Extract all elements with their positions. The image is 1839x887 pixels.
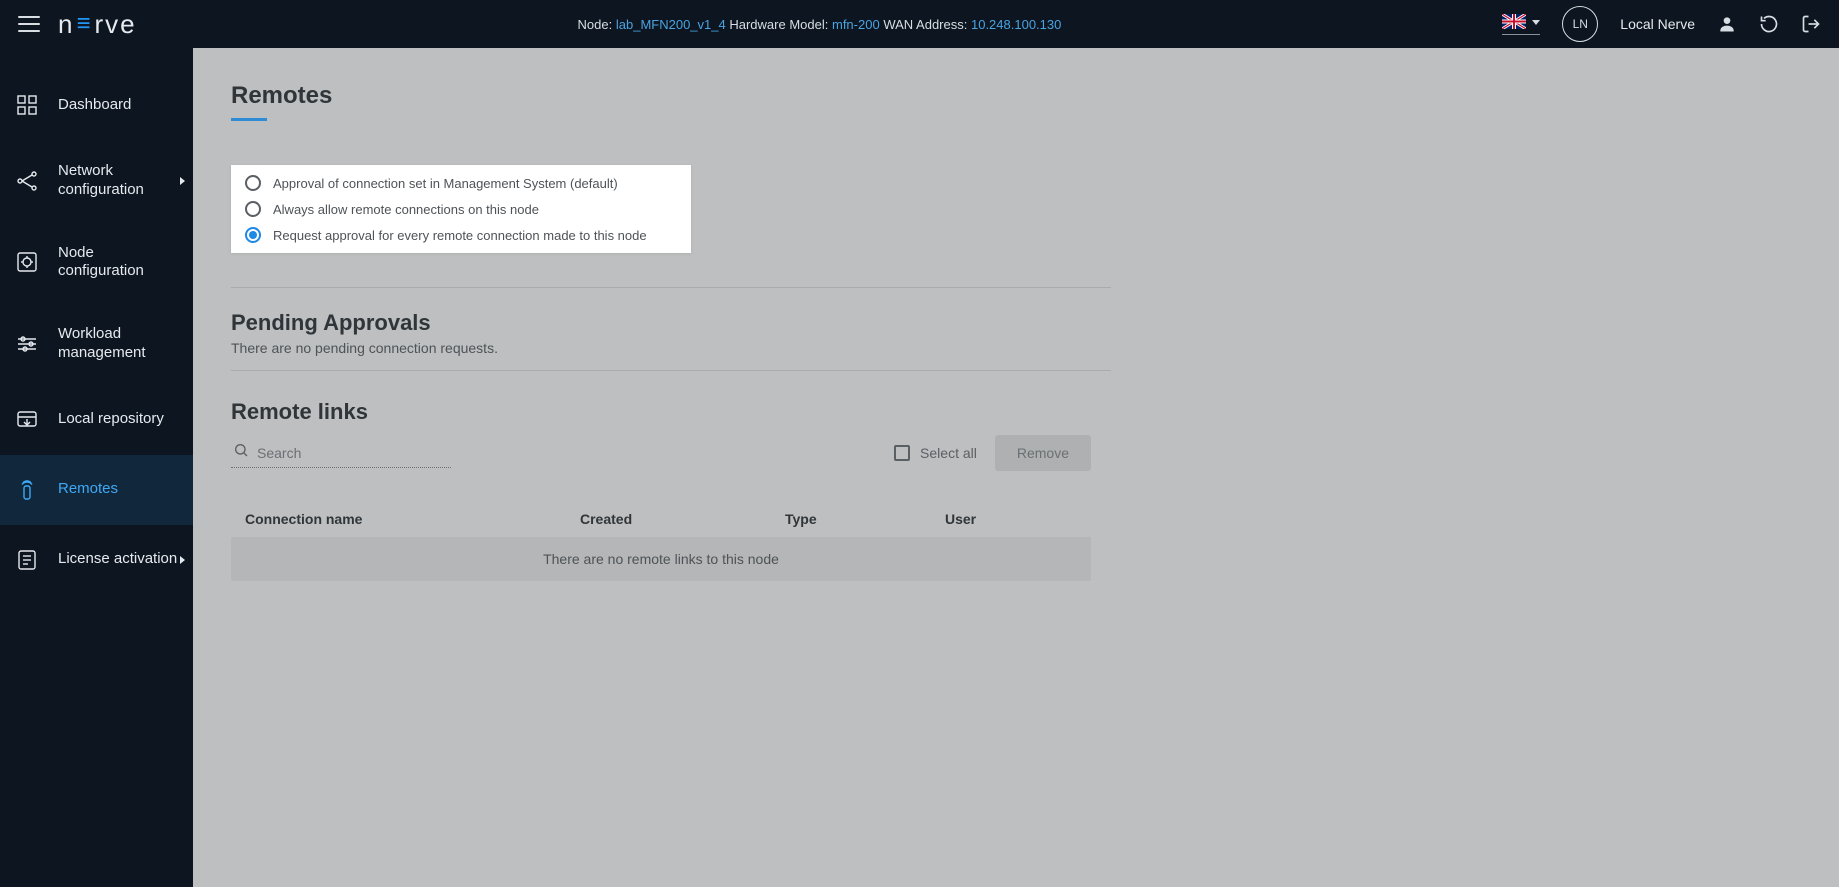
top-bar: n≡rve Node: lab_MFN200_v1_4 Hardware Mod…: [0, 0, 1839, 48]
sidebar-item-label: Dashboard: [58, 96, 131, 115]
reboot-icon[interactable]: [1759, 14, 1779, 34]
sidebar-item-network-configuration[interactable]: Network configuration: [0, 140, 193, 222]
sidebar-item-remotes[interactable]: Remotes: [0, 455, 193, 525]
repository-icon: [14, 407, 40, 433]
sidebar-item-workload-management[interactable]: Workload management: [0, 303, 193, 385]
wan-value: 10.248.100.130: [971, 17, 1061, 32]
radio-label: Request approval for every remote connec…: [273, 228, 647, 243]
sidebar-item-label: Remotes: [58, 480, 118, 499]
hw-value: mfn-200: [832, 17, 880, 32]
license-icon: [14, 547, 40, 573]
node-value: lab_MFN200_v1_4: [616, 17, 726, 32]
sidebar-item-dashboard[interactable]: Dashboard: [0, 70, 193, 140]
radio-icon: [245, 227, 261, 243]
sidebar: Dashboard Network configuration Node con…: [0, 48, 193, 887]
radio-request-approval[interactable]: Request approval for every remote connec…: [245, 227, 677, 243]
remove-button[interactable]: Remove: [995, 435, 1091, 471]
sidebar-item-label: Workload management: [58, 325, 179, 363]
avatar-initials: LN: [1573, 17, 1588, 31]
radio-approval-ms-default[interactable]: Approval of connection set in Management…: [245, 175, 677, 191]
avatar[interactable]: LN: [1562, 6, 1598, 42]
table-empty-message: There are no remote links to this node: [231, 537, 1091, 581]
radio-label: Always allow remote connections on this …: [273, 202, 539, 217]
connection-approval-panel: Approval of connection set in Management…: [231, 165, 691, 253]
table-header: Connection name Created Type User: [231, 501, 1091, 537]
network-icon: [14, 168, 40, 194]
topbar-right: LN Local Nerve: [1502, 6, 1821, 42]
sidebar-item-label: Network configuration: [58, 162, 179, 200]
select-all-toggle[interactable]: Select all: [894, 445, 977, 461]
column-type: Type: [785, 511, 945, 527]
select-all-label: Select all: [920, 445, 977, 461]
sliders-icon: [14, 331, 40, 357]
chevron-right-icon: [180, 177, 185, 185]
site-label: Local Nerve: [1620, 16, 1695, 32]
column-created: Created: [580, 511, 785, 527]
dashboard-icon: [14, 92, 40, 118]
checkbox-icon: [894, 445, 910, 461]
search-icon: [233, 442, 249, 463]
pending-approvals-subtitle: There are no pending connection requests…: [231, 340, 1801, 356]
search-input[interactable]: [257, 445, 449, 461]
sidebar-item-label: License activation: [58, 550, 177, 569]
node-info: Node: lab_MFN200_v1_4 Hardware Model: mf…: [578, 17, 1062, 32]
column-user: User: [945, 511, 1077, 527]
column-connection-name: Connection name: [245, 511, 580, 527]
main-content: Remotes Approval of connection set in Ma…: [193, 48, 1839, 887]
remote-links-table: Connection name Created Type User There …: [231, 501, 1091, 581]
remote-links-title: Remote links: [231, 399, 1801, 425]
sidebar-item-node-configuration[interactable]: Node configuration: [0, 222, 193, 304]
chevron-down-icon: [1532, 20, 1540, 25]
radio-icon: [245, 175, 261, 191]
sidebar-item-local-repository[interactable]: Local repository: [0, 385, 193, 455]
radio-icon: [245, 201, 261, 217]
gear-board-icon: [14, 249, 40, 275]
chevron-right-icon: [180, 556, 185, 564]
remote-links-toolbar: Select all Remove: [231, 435, 1091, 471]
remote-icon: [14, 477, 40, 503]
radio-label: Approval of connection set in Management…: [273, 176, 618, 191]
sidebar-item-label: Local repository: [58, 410, 164, 429]
sidebar-item-license-activation[interactable]: License activation: [0, 525, 193, 595]
divider: [231, 287, 1111, 288]
search-field[interactable]: [231, 438, 451, 468]
menu-toggle-icon[interactable]: [18, 16, 40, 32]
logout-icon[interactable]: [1801, 14, 1821, 34]
hw-label: Hardware Model:: [729, 17, 828, 32]
user-icon[interactable]: [1717, 14, 1737, 34]
title-underline: [231, 118, 267, 121]
brand-logo: n≡rve: [58, 9, 137, 40]
uk-flag-icon: [1502, 14, 1526, 32]
radio-always-allow[interactable]: Always allow remote connections on this …: [245, 201, 677, 217]
pending-approvals-title: Pending Approvals: [231, 310, 1801, 336]
divider: [231, 370, 1111, 371]
sidebar-item-label: Node configuration: [58, 244, 179, 282]
language-selector[interactable]: [1502, 14, 1540, 35]
node-label: Node:: [578, 17, 613, 32]
wan-label: WAN Address:: [883, 17, 967, 32]
page-title: Remotes: [231, 82, 1801, 110]
